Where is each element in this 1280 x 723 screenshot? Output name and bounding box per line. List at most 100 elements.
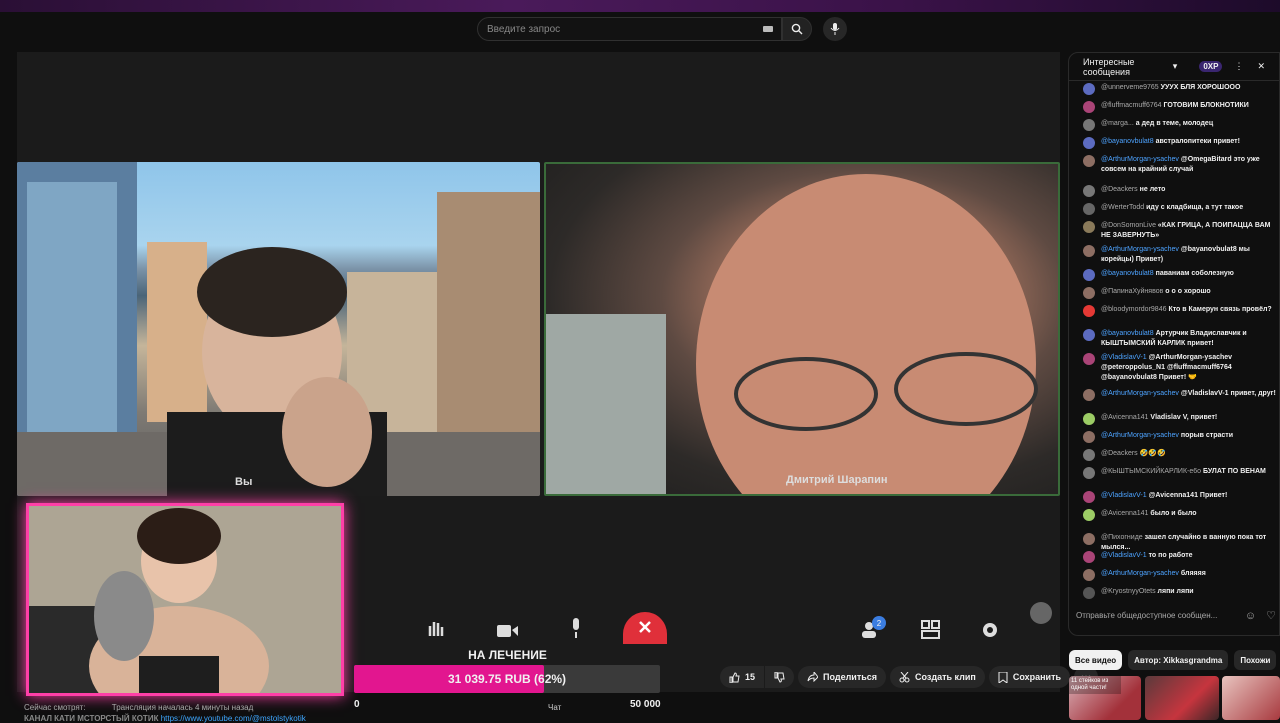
emoji-icon[interactable]: ☺ [1245, 610, 1256, 622]
avatar[interactable] [1083, 551, 1095, 563]
chat-author[interactable]: @unnerveme9765 [1101, 84, 1159, 91]
chat-message: @Пихогниде зашел случайно в ванную пока … [1083, 533, 1279, 553]
more-vert-icon[interactable]: ⋮ [1234, 61, 1243, 72]
keyboard-icon[interactable] [763, 26, 773, 32]
avatar[interactable] [1083, 119, 1095, 131]
avatar[interactable] [1083, 245, 1095, 257]
avatar[interactable] [1083, 83, 1095, 95]
chat-author[interactable]: @VladislavV-1 [1101, 354, 1147, 361]
chat-author[interactable]: @bayanovbulat8 [1101, 138, 1154, 145]
avatar[interactable] [1083, 185, 1095, 197]
related-thumbnail[interactable] [1222, 676, 1280, 720]
xp-badge[interactable]: 0XP [1199, 61, 1223, 72]
chat-input-placeholder: Отправьте общедоступное сообщен... [1076, 611, 1218, 620]
avatar[interactable] [1083, 431, 1095, 443]
channel-link[interactable]: https://www.youtube.com/@mstolstykotik [161, 714, 306, 723]
save-button[interactable]: Сохранить [988, 666, 1071, 688]
avatar[interactable] [1083, 353, 1095, 365]
chat-author[interactable]: @KryostnyyOtets [1101, 588, 1156, 595]
chat-author[interactable]: @bayanovbulat8 [1101, 270, 1154, 277]
clip-button[interactable]: Создать клип [890, 666, 985, 688]
avatar[interactable] [1083, 587, 1095, 599]
avatar[interactable] [1083, 467, 1095, 479]
chat-message: @ArthurMorgan-ysachev @OmegaBitard это у… [1083, 155, 1279, 175]
tab-author[interactable]: Автор: Xikkasgrandma [1128, 650, 1229, 670]
chat-author[interactable]: @ArthurMorgan-ysachev [1101, 390, 1179, 397]
chat-author[interactable]: @Deackers [1101, 186, 1138, 193]
chat-body: ГОТОВИМ БЛОКНОТИКИ [1163, 102, 1249, 109]
chat-author[interactable]: @DonSomonLive [1101, 222, 1156, 229]
clip-label: Создать клип [915, 672, 976, 682]
search-input[interactable]: Введите запрос [477, 17, 782, 41]
search-button[interactable] [782, 17, 812, 41]
raise-hand-icon[interactable] [426, 618, 446, 638]
end-call-button[interactable] [623, 612, 667, 644]
chat-message-text: @Deackers 🤣🤣🤣 [1101, 449, 1166, 461]
chat-author[interactable]: @ПапинаХуйнявов [1101, 288, 1163, 295]
close-icon[interactable]: ✕ [1257, 61, 1265, 72]
chat-author[interactable]: @marga... [1101, 120, 1134, 127]
gear-icon[interactable] [980, 620, 1000, 640]
grid-view-icon[interactable] [921, 620, 941, 640]
avatar[interactable] [1083, 509, 1095, 521]
chat-author[interactable]: @ArthurMorgan-ysachev [1101, 156, 1179, 163]
heart-icon[interactable]: ♡ [1266, 609, 1276, 622]
chat-author[interactable]: @Avicenna141 [1101, 414, 1148, 421]
chevron-down-icon[interactable]: ▾ [1173, 61, 1178, 72]
chat-author[interactable]: @ArthurMorgan-ysachev [1101, 432, 1179, 439]
tab-all-videos[interactable]: Все видео [1069, 650, 1123, 670]
chat-author[interactable]: @КЫШТЫМСКИЙКАРЛИК-e6o [1101, 468, 1201, 475]
chat-mode-dropdown[interactable]: Интересные сообщения [1083, 57, 1169, 77]
chat-message: @KryostnyyOtets ляпи ляпи [1083, 587, 1279, 599]
chat-author[interactable]: @ArthurMorgan-ysachev [1101, 570, 1179, 577]
tab-similar[interactable]: Похожи [1234, 650, 1277, 670]
chat-author[interactable]: @Deackers [1101, 450, 1138, 457]
avatar[interactable] [1083, 287, 1095, 299]
chat-author[interactable]: @ArthurMorgan-ysachev [1101, 246, 1179, 253]
chat-body: паваниам соболезную [1155, 270, 1234, 277]
avatar[interactable] [1083, 389, 1095, 401]
chat-body: УУУХ БЛЯ ХОРОШООО [1160, 84, 1241, 91]
search-icon [791, 23, 803, 35]
chat-author[interactable]: @VladislavV-1 [1101, 492, 1147, 499]
related-thumbnail[interactable]: 11 стейков из одной части! [1069, 676, 1141, 720]
related-thumbnail[interactable] [1145, 676, 1219, 720]
avatar[interactable] [1083, 101, 1095, 113]
avatar[interactable] [1083, 533, 1095, 545]
avatar[interactable] [1083, 305, 1095, 317]
avatar[interactable] [1083, 221, 1095, 233]
chat-message: @WerterTodd иду с кладбища, а тут такое [1083, 203, 1279, 215]
avatar[interactable] [1083, 569, 1095, 581]
chat-author[interactable]: @fluffmacmuff6764 [1101, 102, 1162, 109]
chat-message-text: @ArthurMorgan-ysachev @VladislavV-1 прив… [1101, 389, 1276, 401]
avatar[interactable] [1083, 329, 1095, 341]
avatar[interactable] [1083, 413, 1095, 425]
avatar[interactable] [1083, 155, 1095, 167]
avatar[interactable] [1083, 491, 1095, 503]
chat-body: а дед в теме, молодец [1135, 120, 1214, 127]
chat-author[interactable]: @WerterTodd [1101, 204, 1144, 211]
chat-author[interactable]: @Avicenna141 [1101, 510, 1148, 517]
avatar[interactable] [1083, 449, 1095, 461]
share-button[interactable]: Поделиться [798, 666, 887, 688]
like-button[interactable]: 15 [720, 666, 765, 688]
chat-message: @Deackers 🤣🤣🤣 [1083, 449, 1279, 461]
anime-background [17, 162, 540, 496]
microphone-icon[interactable] [569, 618, 583, 638]
avatar[interactable] [1083, 137, 1095, 149]
chat-message: @ArthurMorgan-ysachev @VladislavV-1 прив… [1083, 389, 1279, 401]
chat-message: @VladislavV-1 @ArthurMorgan-ysachev @pet… [1083, 353, 1279, 383]
camera-icon[interactable] [497, 622, 519, 638]
avatar[interactable] [1083, 203, 1095, 215]
avatar[interactable] [1083, 269, 1095, 281]
chat-author[interactable]: @bloodymordor9846 [1101, 306, 1166, 313]
avatar [1030, 602, 1052, 624]
chat-author[interactable]: @Пихогниде [1101, 534, 1143, 541]
chat-input-field[interactable]: Отправьте общедоступное сообщен... ☺ ♡ [1076, 609, 1276, 623]
chat-body: то по работе [1148, 552, 1193, 559]
chat-author[interactable]: @bayanovbulat8 [1101, 330, 1154, 337]
voice-search-button[interactable] [823, 17, 847, 41]
chat-body: иду с кладбища, а тут такое [1146, 204, 1244, 211]
dislike-button[interactable] [765, 666, 795, 688]
chat-author[interactable]: @VladislavV-1 [1101, 552, 1147, 559]
